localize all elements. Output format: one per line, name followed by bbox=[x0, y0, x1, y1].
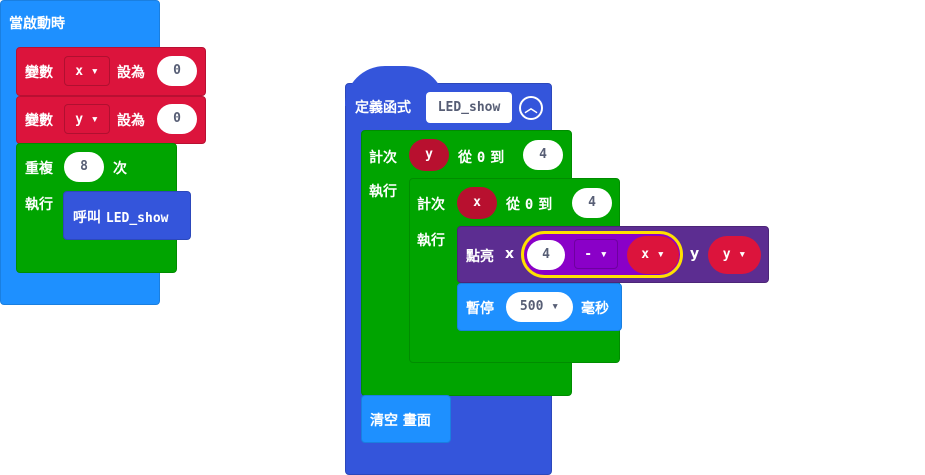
value-input[interactable]: 0 bbox=[157, 56, 197, 86]
math-right-variable[interactable]: x ▾ bbox=[627, 236, 679, 274]
set-variable-label: 變數 bbox=[25, 113, 53, 129]
do-label: 執行 bbox=[25, 197, 53, 213]
math-left-input[interactable]: 4 bbox=[527, 240, 565, 270]
for-label: 計次 bbox=[417, 197, 445, 213]
for-end-input[interactable]: 4 bbox=[523, 140, 563, 170]
plot-x-label: x bbox=[505, 246, 515, 262]
for-range-label: 從 0 到 bbox=[506, 197, 553, 213]
for-range-label: 從 0 到 bbox=[458, 150, 505, 166]
variable-dropdown-x[interactable]: x ▾ bbox=[64, 56, 110, 86]
pause-unit-label: 毫秒 bbox=[581, 301, 609, 317]
value-input[interactable]: 0 bbox=[157, 104, 197, 134]
do-label: 執行 bbox=[417, 233, 445, 249]
call-label: 呼叫 LED_show bbox=[73, 210, 169, 226]
plot-y-label: y bbox=[690, 246, 700, 262]
for-end-input[interactable]: 4 bbox=[572, 188, 612, 218]
loop-variable-y[interactable]: y bbox=[409, 139, 449, 171]
plot-y-variable[interactable]: y ▾ bbox=[708, 236, 761, 274]
variable-dropdown-y[interactable]: y ▾ bbox=[64, 104, 110, 134]
repeat-label: 重複 bbox=[25, 161, 53, 177]
set-to-label: 設為 bbox=[117, 65, 145, 81]
repeat-count-input[interactable]: 8 bbox=[64, 152, 104, 182]
set-variable-label: 變數 bbox=[25, 65, 53, 81]
collapse-chevron-icon[interactable]: ︿ bbox=[519, 96, 543, 120]
set-to-label: 設為 bbox=[117, 113, 145, 129]
loop-variable-x[interactable]: x bbox=[457, 187, 497, 219]
clear-screen-label: 清空 畫面 bbox=[370, 413, 431, 429]
operator-dropdown[interactable]: - ▾ bbox=[574, 239, 618, 269]
pause-label: 暫停 bbox=[466, 301, 494, 317]
times-label: 次 bbox=[113, 161, 127, 177]
for-label: 計次 bbox=[369, 150, 397, 166]
on-start-label: 當啟動時 bbox=[9, 16, 65, 32]
plot-label: 點亮 bbox=[466, 249, 494, 265]
do-label: 執行 bbox=[369, 184, 397, 200]
function-name-input[interactable]: LED_show bbox=[426, 92, 512, 123]
define-function-label: 定義函式 bbox=[355, 100, 411, 116]
pause-duration-dropdown[interactable]: 500 ▾ bbox=[506, 292, 573, 322]
